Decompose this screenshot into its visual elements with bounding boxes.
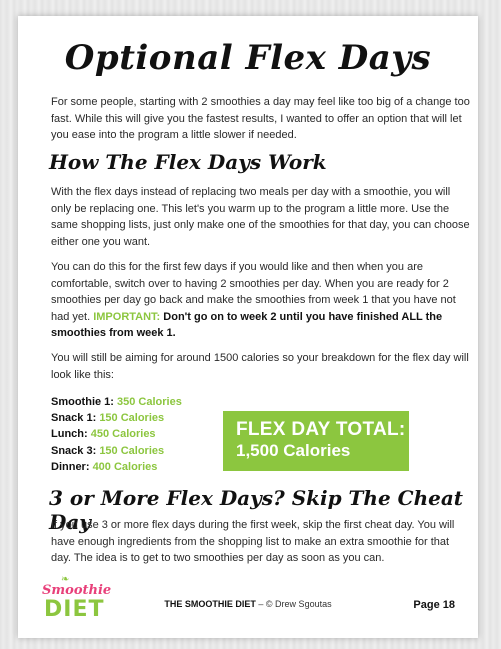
list-item: Snack 1: 150 Calories: [51, 412, 165, 425]
section-heading-how-flex-days-work: How The Flex Days Work: [49, 150, 327, 174]
calories-paragraph: You will still be aiming for around 1500…: [51, 352, 469, 381]
cheat-day-paragraph: If you use 3 or more flex days during th…: [51, 519, 455, 564]
footer-credit: THE SMOOTHIE DIET – © Drew Sgoutas: [18, 599, 478, 609]
footer-author: – © Drew Sgoutas: [255, 599, 332, 609]
document-page: Optional Flex Days For some people, star…: [18, 16, 478, 638]
list-item: Smoothie 1: 350 Calories: [51, 396, 182, 408]
intro-paragraph: For some people, starting with 2 smoothi…: [51, 96, 470, 141]
important-label: IMPORTANT:: [93, 310, 161, 323]
page-title: Optional Flex Days: [64, 38, 432, 78]
page-number: Page 18: [413, 599, 455, 611]
calorie-breakdown-list: Smoothie 1: 350 Calories Snack 1: 150 Ca…: [51, 394, 182, 475]
flex-days-paragraph: With the flex days instead of replacing …: [51, 186, 470, 248]
flex-day-total-box: FLEX DAY TOTAL: 1,500 Calories: [223, 411, 409, 471]
switch-over-paragraph: You can do this for the first few days i…: [51, 259, 471, 342]
total-title: FLEX DAY TOTAL:: [236, 419, 406, 440]
footer-brand: THE SMOOTHIE DIET: [164, 599, 256, 609]
list-item: Dinner: 400 Calories: [51, 460, 158, 473]
list-item: Snack 3: 150 Calories: [51, 444, 165, 457]
total-value: 1,500 Calories: [236, 441, 351, 460]
list-item: Lunch: 450 Calories: [51, 428, 156, 441]
logo-text-smoothie: Smoothie: [42, 583, 112, 598]
